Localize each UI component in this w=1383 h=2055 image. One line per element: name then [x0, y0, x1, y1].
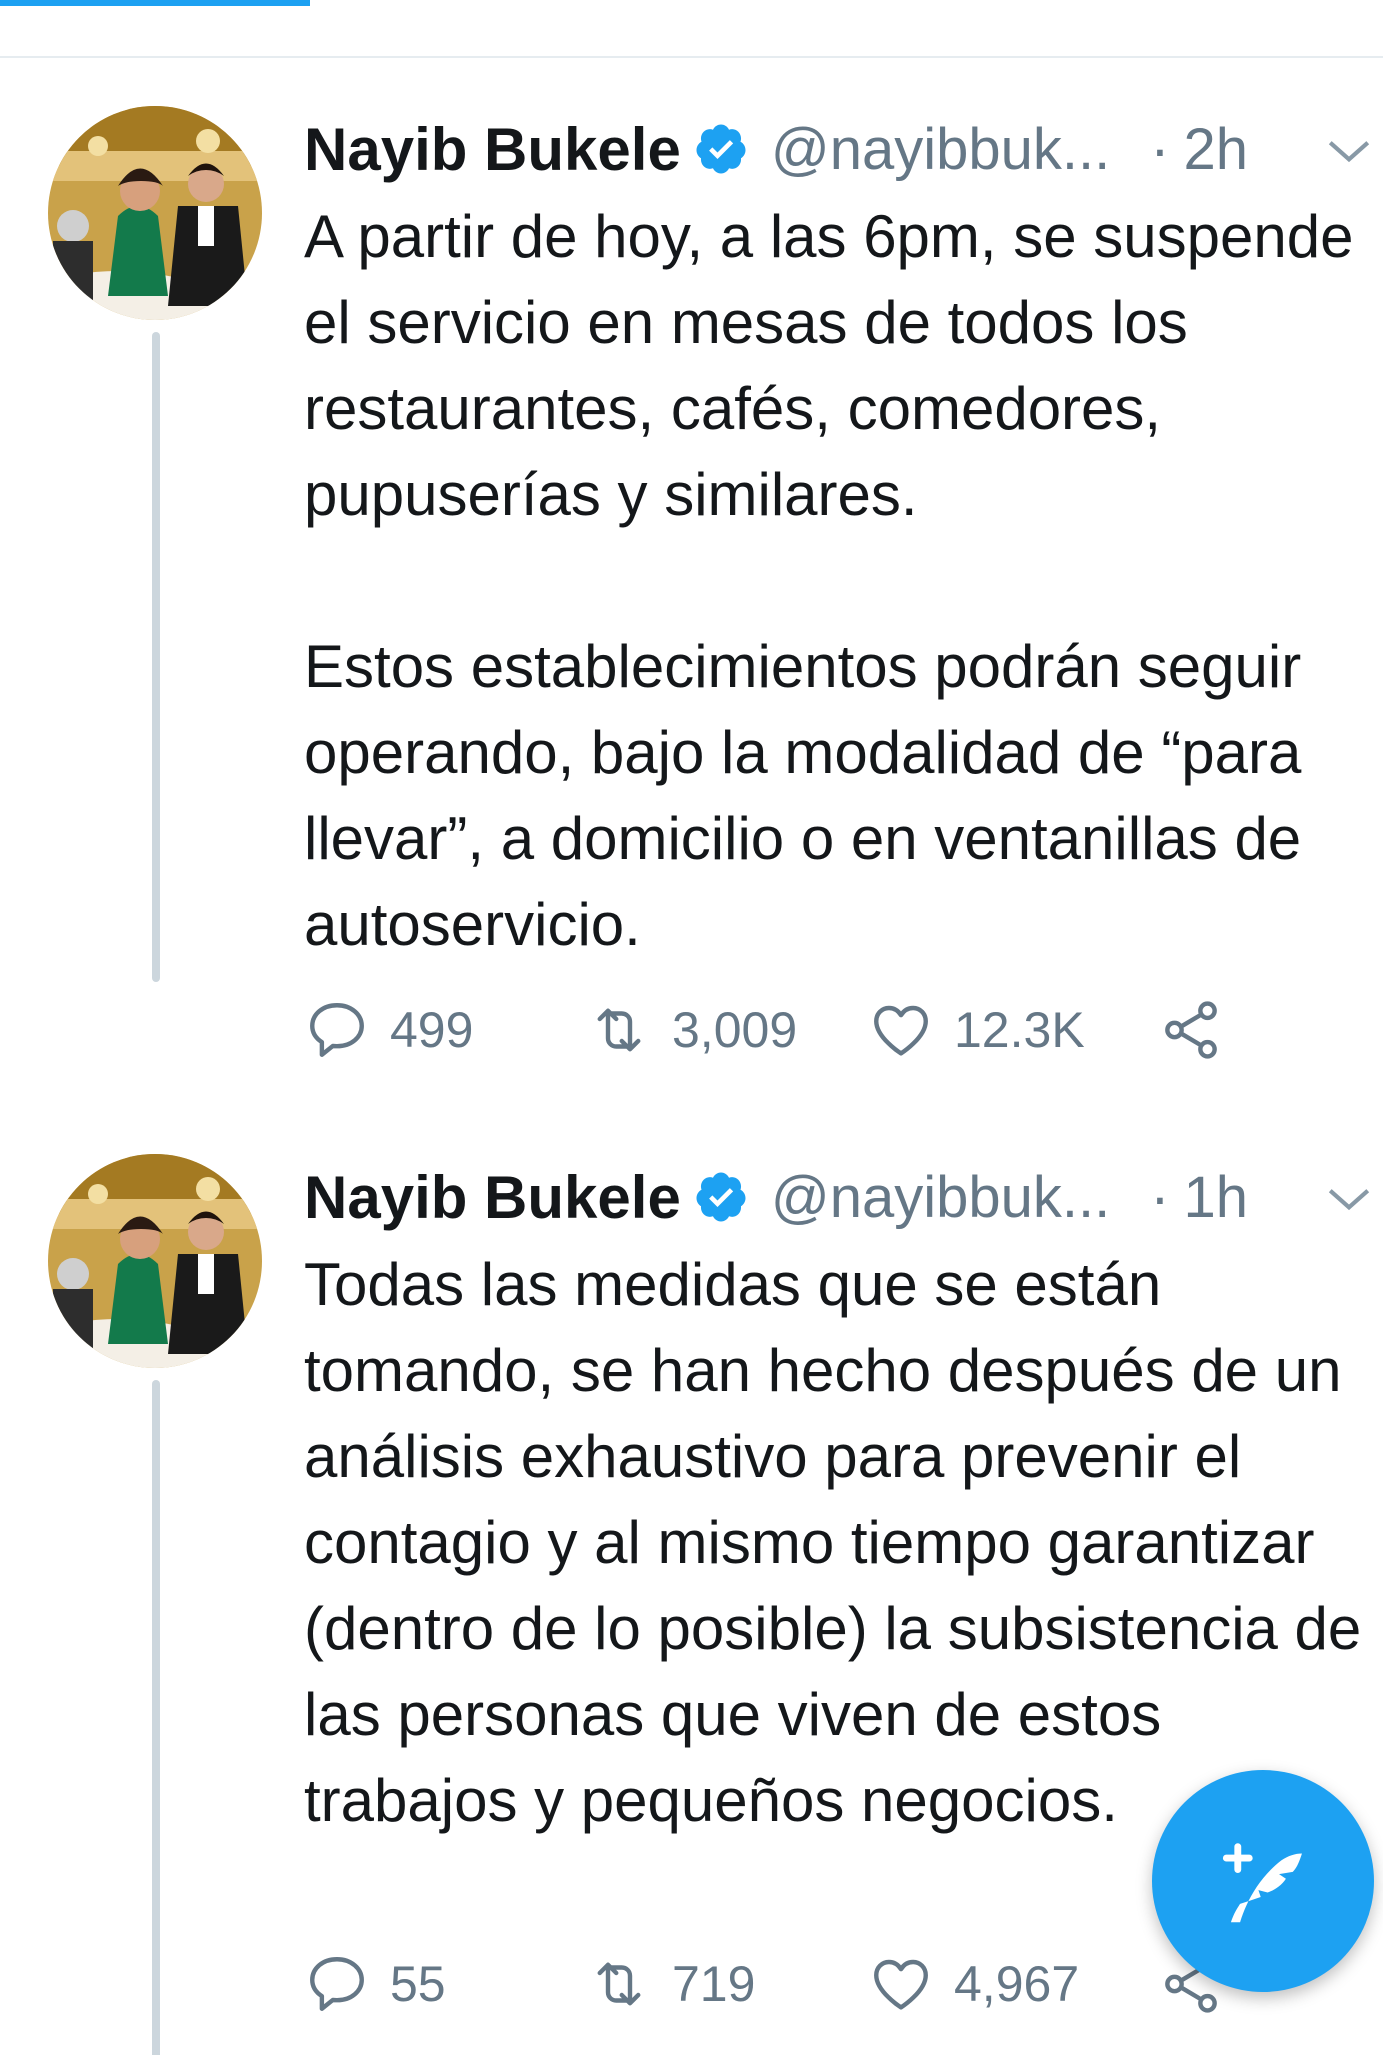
tweet-text: Todas las medidas que se están tomando, …: [304, 1242, 1376, 1844]
heart-icon: [874, 1959, 928, 2010]
timeline-page: Nayib Bukele @nayibbuk... · 2h A partir …: [0, 0, 1383, 2055]
compose-tweet-button[interactable]: [1152, 1770, 1374, 1992]
retweet-icon: [597, 1008, 641, 1052]
author-name[interactable]: Nayib Bukele: [304, 115, 681, 184]
separator-dot: ·: [1150, 116, 1170, 182]
tweet-paragraph: Todas las medidas que se están tomando, …: [304, 1251, 1362, 1834]
like-button[interactable]: 4,967: [868, 1944, 1079, 2024]
tweet-paragraph: A partir de hoy, a las 6pm, se suspende …: [304, 203, 1354, 528]
top-divider: [0, 56, 1383, 58]
reply-icon: [310, 1003, 364, 1057]
tweet-time[interactable]: 2h: [1184, 116, 1249, 183]
reply-button[interactable]: 499: [304, 990, 473, 1070]
reply-count: 55: [390, 1956, 446, 2012]
thread-connector: [152, 1380, 160, 2055]
author-handle[interactable]: @nayibbuk...: [771, 1164, 1110, 1231]
compose-tweet-icon: [1222, 1843, 1302, 1923]
reply-count: 499: [390, 1002, 474, 1058]
author-name[interactable]: Nayib Bukele: [304, 1163, 681, 1232]
verified-badge-icon: [696, 1172, 746, 1222]
reply-button[interactable]: 55: [304, 1944, 446, 2024]
separator-dot: ·: [1150, 1164, 1170, 1230]
author-handle[interactable]: @nayibbuk...: [771, 116, 1110, 183]
retweet-icon: [597, 1962, 641, 2006]
verified-badge-icon: [696, 124, 746, 174]
like-count: 4,967: [954, 1956, 1080, 2012]
avatar[interactable]: [48, 106, 262, 320]
heart-icon: [874, 1005, 928, 1056]
retweet-button[interactable]: 719: [586, 1944, 755, 2024]
share-icon: [1165, 1001, 1217, 1059]
chevron-down-icon[interactable]: [1324, 1174, 1374, 1224]
like-button[interactable]: 12.3K: [868, 990, 1085, 1070]
tweet-time[interactable]: 1h: [1184, 1164, 1249, 1231]
retweet-count: 3,009: [672, 1002, 798, 1058]
tweet-text: A partir de hoy, a las 6pm, se suspende …: [304, 194, 1376, 968]
tweet-header: Nayib Bukele @nayibbuk... · 2h: [304, 106, 1374, 192]
tweet-paragraph: Estos establecimientos podrán seguir ope…: [304, 633, 1302, 958]
tweet-actions: 55 719 4,967: [304, 1944, 1304, 2024]
thread-connector: [152, 332, 160, 982]
tweet-actions: 499 3,009 12.3K: [304, 990, 1304, 1070]
avatar[interactable]: [48, 1154, 262, 1368]
active-tab-indicator: [0, 0, 310, 6]
reply-icon: [310, 1957, 364, 2011]
chevron-down-icon[interactable]: [1324, 126, 1374, 176]
tweet-header: Nayib Bukele @nayibbuk... · 1h: [304, 1154, 1374, 1240]
share-button[interactable]: [1158, 990, 1224, 1070]
retweet-count: 719: [672, 1956, 756, 2012]
like-count: 12.3K: [954, 1002, 1085, 1058]
retweet-button[interactable]: 3,009: [586, 990, 797, 1070]
